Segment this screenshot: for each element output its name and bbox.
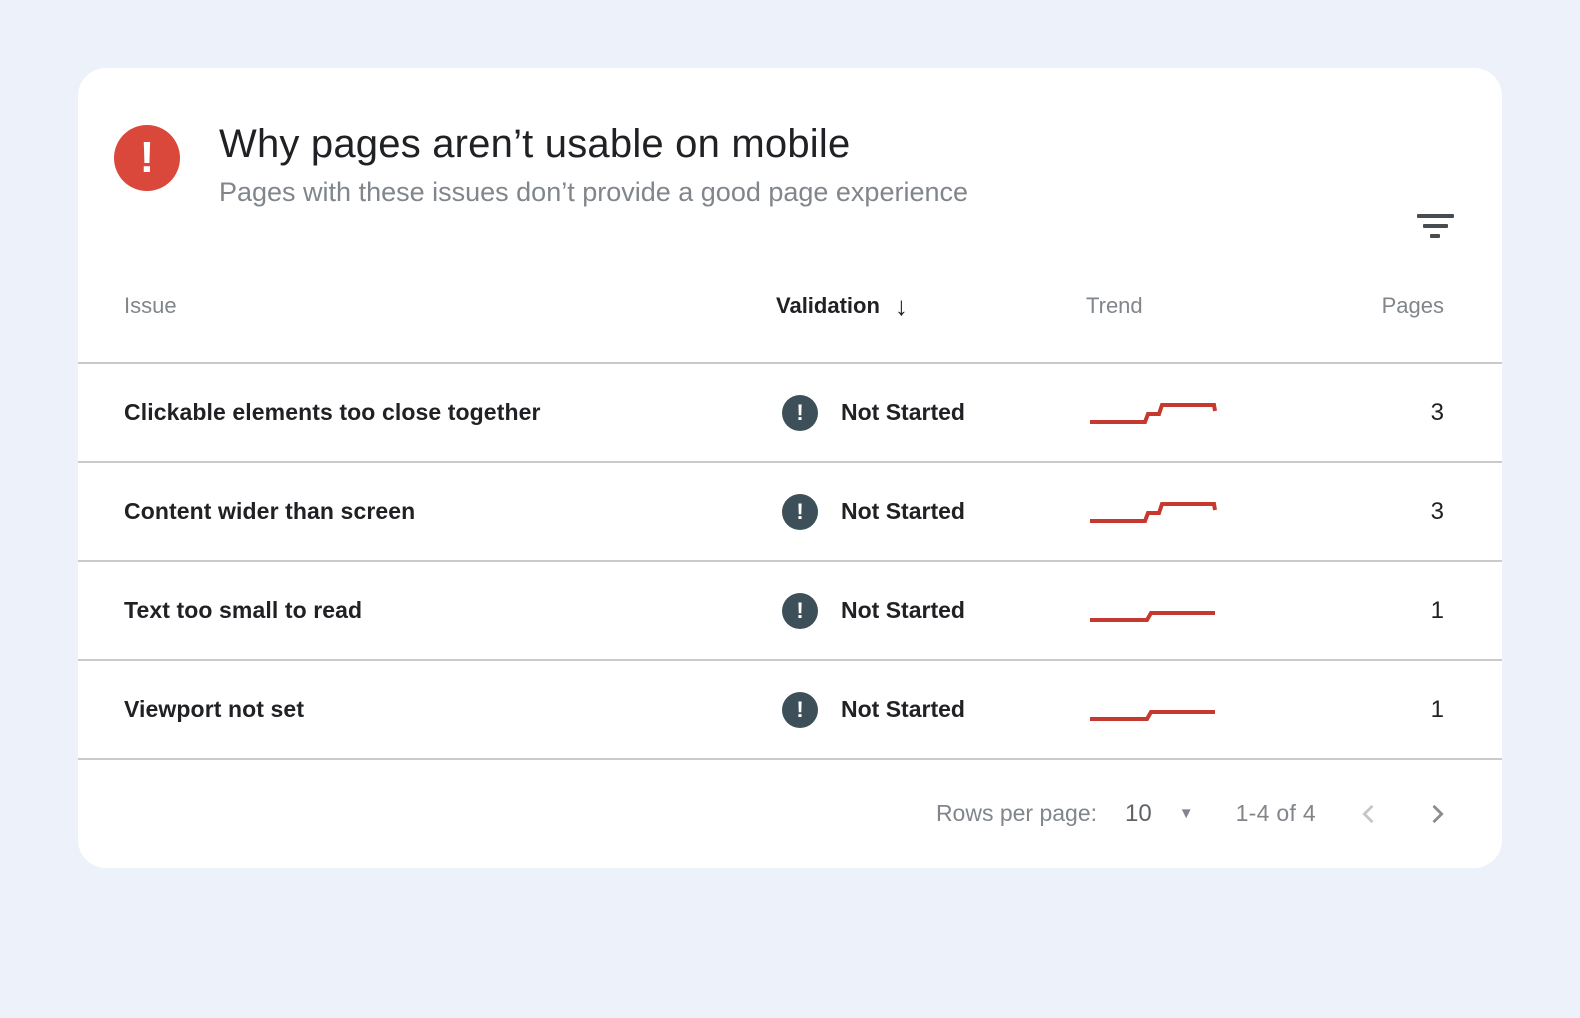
pages-count: 3 bbox=[1378, 498, 1444, 526]
table-row[interactable]: Content wider than screen ! Not Started … bbox=[78, 463, 1502, 562]
validation-cell: ! Not Started bbox=[776, 692, 1086, 728]
column-header-validation[interactable]: Validation ↓ bbox=[776, 291, 1086, 322]
not-started-icon: ! bbox=[782, 593, 818, 629]
page-title: Why pages aren’t usable on mobile bbox=[219, 121, 968, 167]
validation-status: Not Started bbox=[841, 498, 965, 525]
pagination-bar: Rows per page: 10 ▼ 1-4 of 4 bbox=[78, 760, 1502, 867]
issue-label: Text too small to read bbox=[124, 597, 776, 624]
column-header-trend[interactable]: Trend bbox=[1086, 293, 1378, 319]
table-row[interactable]: Clickable elements too close together ! … bbox=[78, 364, 1502, 463]
error-icon-glyph: ! bbox=[140, 133, 155, 183]
rows-per-page-label: Rows per page: bbox=[936, 800, 1097, 827]
dropdown-arrow-icon: ▼ bbox=[1179, 805, 1194, 822]
not-started-icon: ! bbox=[782, 494, 818, 530]
rows-per-page-select[interactable]: 10 ▼ bbox=[1125, 800, 1194, 828]
trend-sparkline bbox=[1086, 695, 1378, 725]
chevron-right-icon bbox=[1423, 800, 1451, 828]
pages-count: 3 bbox=[1378, 399, 1444, 427]
validation-status: Not Started bbox=[841, 696, 965, 723]
trend-sparkline bbox=[1086, 497, 1378, 527]
panel-header: ! Why pages aren’t usable on mobile Page… bbox=[78, 121, 1502, 207]
validation-cell: ! Not Started bbox=[776, 593, 1086, 629]
table-header-row: Issue Validation ↓ Trend Pages bbox=[78, 250, 1502, 364]
trend-sparkline bbox=[1086, 398, 1378, 428]
table-row[interactable]: Viewport not set ! Not Started 1 bbox=[78, 661, 1502, 760]
column-header-validation-label: Validation bbox=[776, 293, 880, 319]
issue-label: Content wider than screen bbox=[124, 498, 776, 525]
validation-cell: ! Not Started bbox=[776, 494, 1086, 530]
error-icon: ! bbox=[114, 125, 180, 191]
mobile-usability-panel: ! Why pages aren’t usable on mobile Page… bbox=[78, 68, 1502, 868]
next-page-button[interactable] bbox=[1422, 799, 1452, 829]
trend-sparkline bbox=[1086, 596, 1378, 626]
issue-label: Viewport not set bbox=[124, 696, 776, 723]
column-header-pages[interactable]: Pages bbox=[1378, 293, 1444, 319]
page-subtitle: Pages with these issues don’t provide a … bbox=[219, 177, 968, 207]
rows-per-page-value: 10 bbox=[1125, 800, 1152, 828]
header-text: Why pages aren’t usable on mobile Pages … bbox=[219, 121, 968, 207]
filter-icon-bar bbox=[1417, 214, 1454, 218]
filter-icon[interactable] bbox=[1414, 210, 1456, 242]
filter-icon-bar bbox=[1430, 234, 1440, 238]
pages-count: 1 bbox=[1378, 696, 1444, 724]
validation-status: Not Started bbox=[841, 597, 965, 624]
not-started-icon: ! bbox=[782, 395, 818, 431]
filter-icon-bar bbox=[1423, 224, 1448, 228]
validation-status: Not Started bbox=[841, 399, 965, 426]
pages-count: 1 bbox=[1378, 597, 1444, 625]
column-header-issue[interactable]: Issue bbox=[124, 293, 776, 319]
validation-cell: ! Not Started bbox=[776, 395, 1086, 431]
not-started-icon: ! bbox=[782, 692, 818, 728]
table-row[interactable]: Text too small to read ! Not Started 1 bbox=[78, 562, 1502, 661]
previous-page-button[interactable] bbox=[1354, 799, 1384, 829]
sort-descending-icon: ↓ bbox=[895, 291, 908, 322]
chevron-left-icon bbox=[1355, 800, 1383, 828]
issue-label: Clickable elements too close together bbox=[124, 399, 776, 426]
page-range-label: 1-4 of 4 bbox=[1236, 800, 1316, 827]
